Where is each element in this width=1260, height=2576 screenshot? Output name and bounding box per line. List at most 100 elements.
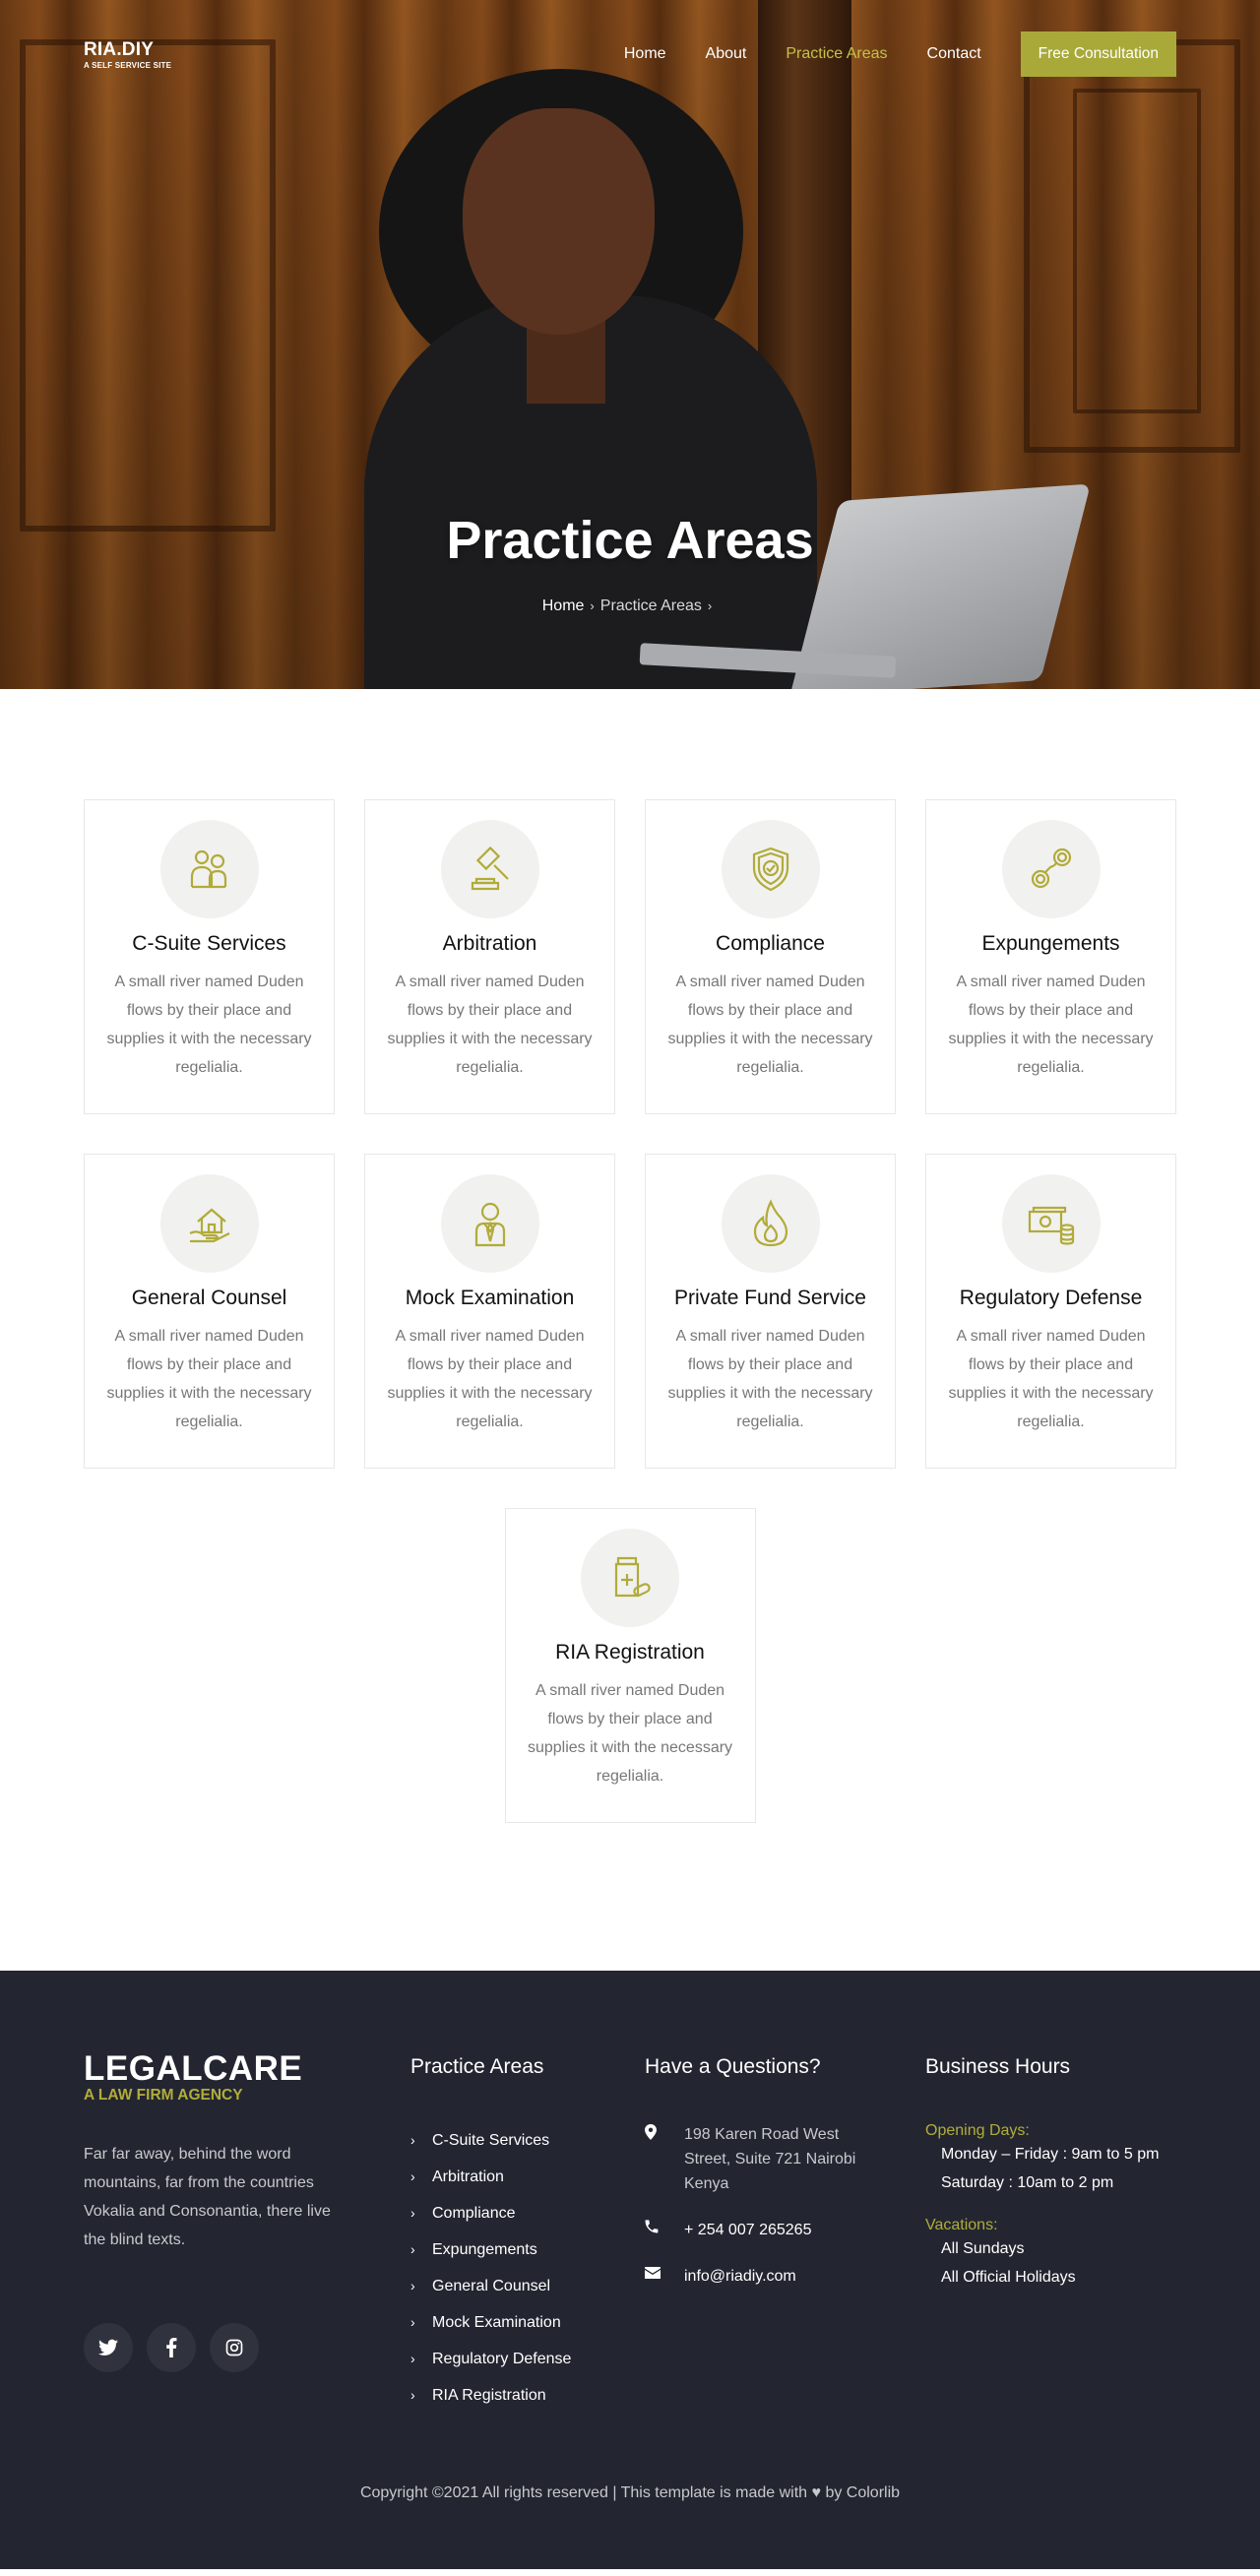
lawyer-icon (440, 1174, 539, 1273)
nav-item-practice-areas[interactable]: Practice Areas (786, 45, 887, 63)
services-grid: C-Suite Services A small river named Dud… (84, 799, 1176, 1114)
footer-link-label: RIA Registration (432, 2387, 546, 2404)
facebook-icon[interactable] (147, 2323, 196, 2372)
services-grid: General Counsel A small river named Dude… (84, 1154, 1176, 1469)
fire-icon (721, 1174, 820, 1273)
breadcrumb-home[interactable]: Home (542, 597, 585, 614)
service-title: Regulatory Defense (959, 1287, 1143, 1309)
breadcrumb-current: Practice Areas (599, 597, 702, 614)
top-navbar: RIA.DIY A SELF SERVICE SITE Home About P… (0, 0, 1260, 108)
service-description: A small river named Duden flows by their… (387, 974, 593, 1076)
chevron-right-icon: › (410, 2241, 415, 2257)
footer-link-label: Mock Examination (432, 2314, 561, 2331)
footer-link-label: Regulatory Defense (432, 2351, 572, 2367)
hero-banner: RIA.DIY A SELF SERVICE SITE Home About P… (0, 0, 1260, 689)
footer-link[interactable]: › Regulatory Defense (410, 2341, 645, 2377)
brand-logo[interactable]: RIA.DIY A SELF SERVICE SITE (84, 39, 171, 70)
service-title: RIA Registration (555, 1641, 705, 1664)
service-description: A small river named Duden flows by their… (527, 1682, 733, 1785)
instagram-icon[interactable] (210, 2323, 259, 2372)
service-card[interactable]: Regulatory Defense A small river named D… (925, 1154, 1176, 1469)
footer-heading: Business Hours (925, 2055, 1071, 2078)
footer-logo[interactable]: LEGALCARE A LAW FIRM AGENCY (84, 2049, 410, 2105)
service-description: A small river named Duden flows by their… (106, 974, 312, 1076)
service-card[interactable]: Expungements A small river named Duden f… (925, 799, 1176, 1114)
service-title: Private Fund Service (674, 1287, 866, 1309)
chevron-right-icon: › (410, 2387, 415, 2403)
footer-link-label: Expungements (432, 2241, 537, 2258)
service-card[interactable]: Private Fund Service A small river named… (645, 1154, 896, 1469)
service-card[interactable]: C-Suite Services A small river named Dud… (84, 799, 335, 1114)
footer-columns: LEGALCARE A LAW FIRM AGENCY Far far away… (84, 2049, 1176, 2414)
social-links (84, 2323, 410, 2372)
chevron-right-icon: › (410, 2168, 415, 2184)
email-text: info@riadiy.com (684, 2268, 796, 2285)
footer-link[interactable]: › General Counsel (410, 2268, 645, 2304)
service-card[interactable]: Arbitration A small river named Duden fl… (364, 799, 615, 1114)
gavel-icon (440, 820, 539, 918)
services-grid: RIA Registration A small river named Dud… (84, 1508, 1176, 1823)
footer-link-label: General Counsel (432, 2278, 551, 2294)
contact-email[interactable]: info@riadiy.com (645, 2264, 925, 2289)
hero-person-face (463, 108, 655, 335)
twitter-icon[interactable] (84, 2323, 133, 2372)
service-title: C-Suite Services (132, 932, 286, 955)
footer-link[interactable]: › Arbitration (410, 2159, 645, 2195)
wood-panel (20, 39, 276, 532)
footer-link[interactable]: › Mock Examination (410, 2304, 645, 2341)
medicine-icon (581, 1529, 679, 1627)
service-description: A small river named Duden flows by their… (667, 1328, 873, 1430)
footer-heading: Practice Areas (410, 2055, 544, 2078)
footer-link[interactable]: › Compliance (410, 2195, 645, 2231)
copyright-credit[interactable]: by Colorlib (825, 2484, 900, 2501)
hours-block: Opening Days: Monday – Friday : 9am to 5… (925, 2122, 1176, 2292)
vacations-label: Vacations: (925, 2217, 998, 2233)
phone-icon (645, 2218, 684, 2242)
wood-panel (1073, 89, 1201, 413)
service-title: Expungements (981, 932, 1120, 955)
footer-link[interactable]: › C-Suite Services (410, 2122, 645, 2159)
chevron-right-icon: › (590, 598, 595, 613)
opening-line: Monday – Friday : 9am to 5 pm (941, 2146, 1160, 2163)
nav-item-contact[interactable]: Contact (927, 45, 981, 63)
service-title: General Counsel (131, 1287, 287, 1309)
copyright-text: Copyright ©2021 All rights reserved | Th… (359, 2484, 808, 2501)
footer-about: LEGALCARE A LAW FIRM AGENCY Far far away… (84, 2049, 410, 2414)
money-icon (1001, 1174, 1101, 1273)
footer-logo-name: LEGALCARE (84, 2049, 303, 2088)
service-description: A small river named Duden flows by their… (667, 974, 873, 1076)
copyright: Copyright ©2021 All rights reserved | Th… (0, 2484, 1260, 2502)
footer-practice-areas: Practice Areas › C-Suite Services › Arbitr… (410, 2049, 645, 2414)
free-consultation-button[interactable]: Free Consultation (1020, 31, 1176, 77)
heart-icon: ♥ (811, 2484, 821, 2501)
contact-list: 198 Karen Road West Street, Suite 721 Na… (645, 2122, 925, 2289)
brand-tagline: A SELF SERVICE SITE (84, 60, 172, 70)
service-description: A small river named Duden flows by their… (948, 1328, 1154, 1430)
contact-phone[interactable]: + 254 007 265265 (645, 2218, 925, 2242)
shield-check-icon (721, 820, 820, 918)
footer-link-label: Arbitration (432, 2168, 504, 2185)
service-card[interactable]: Compliance A small river named Duden flo… (645, 799, 896, 1114)
vacation-line: All Official Holidays (941, 2269, 1076, 2286)
chevron-right-icon: › (410, 2351, 415, 2366)
footer-link[interactable]: › RIA Registration (410, 2377, 645, 2414)
service-card[interactable]: General Counsel A small river named Dude… (84, 1154, 335, 1469)
handcuffs-icon (1001, 820, 1101, 918)
nav-item-home[interactable]: Home (624, 45, 666, 63)
service-title: Compliance (716, 932, 825, 955)
chevron-right-icon: › (707, 598, 713, 613)
footer-business-hours: Business Hours Opening Days: Monday – Fr… (925, 2049, 1176, 2414)
footer-link[interactable]: › Expungements (410, 2231, 645, 2268)
phone-text: + 254 007 265265 (684, 2222, 812, 2238)
service-card[interactable]: RIA Registration A small river named Dud… (504, 1508, 756, 1823)
footer-contact: Have a Questions? 198 Karen Road West St… (645, 2049, 925, 2414)
chevron-right-icon: › (410, 2132, 415, 2148)
footer-practice-list: › C-Suite Services › Arbitration › Complian… (410, 2122, 645, 2414)
main-menu: Home About Practice Areas Contact Free C… (624, 31, 1176, 77)
footer-logo-tagline: A LAW FIRM AGENCY (84, 2087, 243, 2104)
footer-heading: Have a Questions? (645, 2055, 821, 2078)
chevron-right-icon: › (410, 2314, 415, 2330)
service-card[interactable]: Mock Examination A small river named Dud… (364, 1154, 615, 1469)
address-text: 198 Karen Road West Street, Suite 721 Na… (684, 2126, 856, 2192)
nav-item-about[interactable]: About (706, 45, 747, 63)
